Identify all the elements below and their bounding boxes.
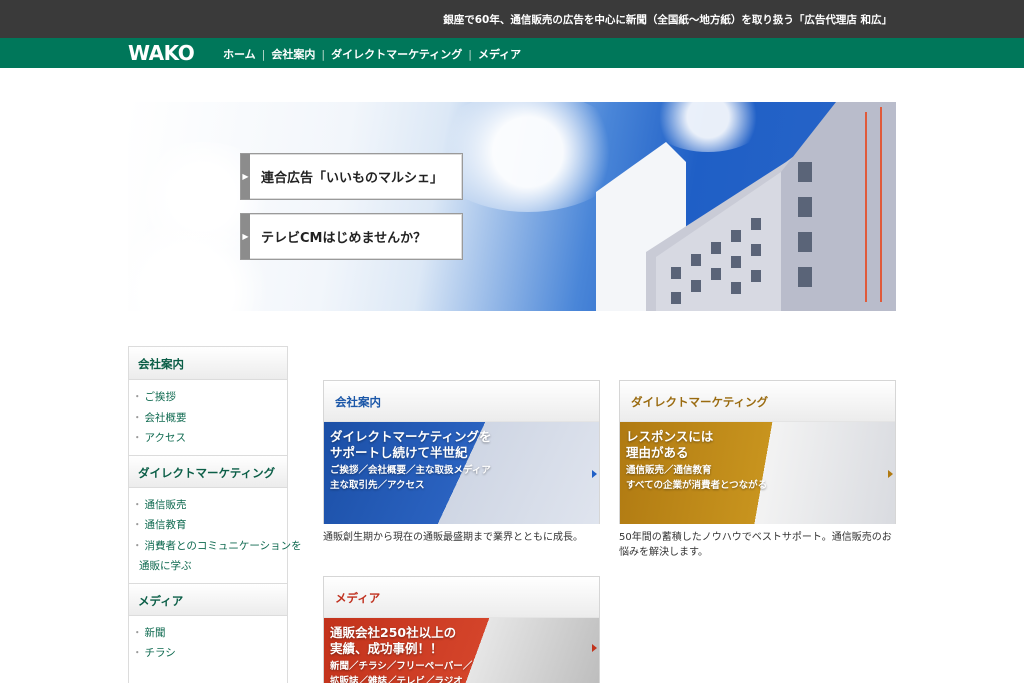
sidebar-item-label: アクセス [144,432,186,444]
sidebar-list-direct-marketing: ・通信販売 ・通信教育 ・消費者とのコミュニケーションを 通販に学ぶ [129,488,302,583]
sidebar-item-consumer-communication-cont[interactable]: 通販に学ぶ [132,556,287,577]
banner-title: ダイレクトマーケティングを サポートし続けて半世紀 [330,429,492,460]
nav-item-home[interactable]: ホーム [223,46,256,62]
hero-link-tv-cm[interactable]: ▶ テレビCMはじめませんか？ [240,213,463,260]
nav-separator: | [261,47,266,61]
global-nav: ホーム | 会社案内 | ダイレクトマーケティング | メディア [223,46,521,62]
card-media: メディア 通販会社250社以上の 実績、成功事例！！ 新聞／チラシ／フリーペーパー… [323,576,600,683]
card-box: メディア 通販会社250社以上の 実績、成功事例！！ 新聞／チラシ／フリーペーパー… [323,576,600,683]
sidebar-item-label: 会社概要 [144,411,187,424]
sidebar-heading-direct-marketing[interactable]: ダイレクトマーケティング [129,454,287,488]
sidebar-list-company: ・ご挨拶 ・会社概要 ・アクセス [129,380,287,455]
sidebar-list-media: ・新聞 ・チラシ [129,616,287,670]
site-tagline: 銀座で60年、通信販売の広告を中心に新聞（全国紙〜地方紙）を取り扱う「広告代理店… [443,14,892,26]
hero-link-label: 連合広告「いいものマルシェ」 [261,171,444,186]
arrow-right-icon [592,470,597,478]
card-box: 会社案内 ダイレクトマーケティングを サポートし続けて半世紀 ご挨拶／会社概要／主… [323,380,600,524]
sidebar-item-label: 通信教育 [144,519,187,531]
main-navbar: WAKO ホーム | 会社案内 | ダイレクトマーケティング | メディア [0,38,1024,68]
sidebar-item-label: チラシ [144,647,176,659]
sidebar: 会社案内 ・ご挨拶 ・会社概要 ・アクセス ダイレクトマーケティング ・通信販売… [128,346,302,683]
card-banner-media[interactable]: 通販会社250社以上の 実績、成功事例！！ 新聞／チラシ／フリーペーパー／ 拡販誌／… [324,618,599,683]
card-banner-direct-marketing[interactable]: レスポンスには 理由がある 通信販売／通信教育 すべての企業が消費者とつながる [620,422,895,524]
bullet: ・ [132,432,143,444]
banner-subtitle: 新聞／チラシ／フリーペーパー／ 拡販誌／雑誌／テレビ／ラジオ [330,661,473,683]
sidebar-item-label: ご挨拶 [144,391,177,403]
building-image [596,102,896,311]
card-box: ダイレクトマーケティング レスポンスには 理由がある 通信販売／通信教育 すべての企… [619,380,896,524]
wako-logo[interactable]: WAKO [128,41,195,65]
bullet: ・ [132,647,143,659]
banner-title: 通販会社250社以上の 実績、成功事例！！ [330,625,457,656]
nav-item-media[interactable]: メディア [478,46,521,62]
bullet: ・ [132,519,143,531]
card-direct-marketing: ダイレクトマーケティング レスポンスには 理由がある 通信販売／通信教育 すべての企… [619,380,896,560]
nav-separator: | [468,47,472,61]
card-company: 会社案内 ダイレクトマーケティングを サポートし続けて半世紀 ご挨拶／会社概要／主… [323,380,600,545]
sidebar-item-greeting[interactable]: ・ご挨拶 [132,387,287,408]
nav-item-direct-marketing[interactable]: ダイレクトマーケティング [331,46,462,62]
sidebar-item-correspondence-education[interactable]: ・通信教育 [132,515,287,536]
bullet: ・ [132,498,143,511]
bullet: ・ [132,626,143,639]
nav-separator: | [321,47,326,61]
card-heading[interactable]: ダイレクトマーケティング [620,381,895,422]
sidebar-item-flyer[interactable]: ・チラシ [132,643,287,664]
banner-subtitle: 通信販売／通信教育 すべての企業が消費者とつながる [626,465,768,491]
bullet: ・ [132,539,143,552]
sidebar-item-access[interactable]: ・アクセス [132,428,287,449]
sidebar-item-label: 通販に学ぶ [139,560,192,572]
hero-banner: ▶ 連合広告「いいものマルシェ」 ▶ テレビCMはじめませんか？ [128,102,896,311]
arrow-right-icon [888,470,893,478]
top-bar: 銀座で60年、通信販売の広告を中心に新聞（全国紙〜地方紙）を取り扱う「広告代理店… [0,0,1024,38]
sidebar-item-label: 通信販売 [144,498,187,511]
hero-link-label: テレビCMはじめませんか？ [261,231,427,246]
banner-title: レスポンスには 理由がある [626,429,714,460]
arrow-right-icon: ▶ [241,154,250,199]
hero-link-marche[interactable]: ▶ 連合広告「いいものマルシェ」 [240,153,463,200]
sidebar-item-label: 新聞 [144,626,166,639]
sidebar-heading-company[interactable]: 会社案内 [129,347,287,380]
sidebar-item-consumer-communication[interactable]: ・消費者とのコミュニケーションを [132,536,302,557]
sidebar-item-label: 消費者とのコミュニケーションを [144,539,302,552]
sidebar-item-overview[interactable]: ・会社概要 [132,408,287,429]
card-banner-company[interactable]: ダイレクトマーケティングを サポートし続けて半世紀 ご挨拶／会社概要／主な取扱メデ… [324,422,599,524]
card-description: 通販創生期から現在の通販最盛期まで業界とともに成長。 [323,532,583,543]
card-heading[interactable]: 会社案内 [324,381,599,422]
sidebar-item-newspaper[interactable]: ・新聞 [132,623,287,644]
nav-item-company[interactable]: 会社案内 [271,46,315,62]
bullet: ・ [132,411,143,424]
sidebar-heading-media[interactable]: メディア [129,582,287,616]
arrow-right-icon: ▶ [241,214,250,259]
banner-subtitle: ご挨拶／会社概要／主な取扱メディア 主な取引先／アクセス [330,465,491,491]
card-description: 50年間の蓄積したノウハウでベストサポート。通信販売のお悩みを解決します。 [619,532,892,558]
arrow-right-icon [592,644,597,652]
sidebar-item-mail-order[interactable]: ・通信販売 [132,495,287,516]
card-heading[interactable]: メディア [324,577,599,618]
bullet: ・ [132,391,143,403]
